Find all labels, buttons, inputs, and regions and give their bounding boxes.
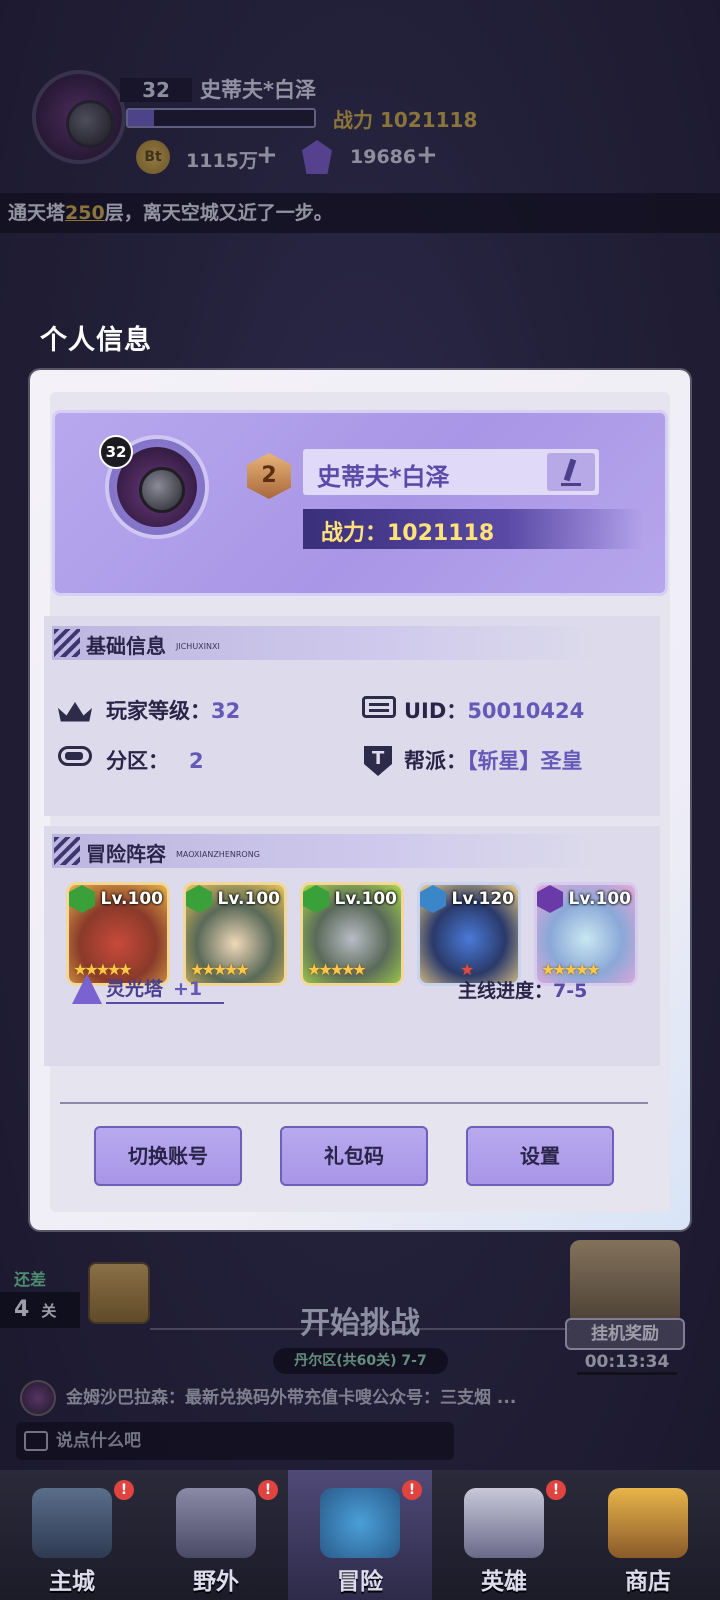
section-header: 冒险阵容 MAOXIANZHENRONG bbox=[52, 834, 612, 868]
profile-card: 32 2 史蒂夫*白泽 战力：1021118 bbox=[52, 410, 668, 596]
nav-adventure[interactable]: ! 冒险 bbox=[288, 1470, 432, 1600]
nav-shop[interactable]: 商店 bbox=[576, 1470, 720, 1600]
nav-wild[interactable]: ! 野外 bbox=[144, 1470, 288, 1600]
power-bar: 战力：1021118 bbox=[303, 509, 643, 549]
hero-stars: ★★★★★ bbox=[307, 960, 367, 979]
hero-card[interactable]: Lv.120 ★ bbox=[417, 882, 521, 986]
guild-value: 【斩星】圣皇 bbox=[467, 749, 583, 773]
nav-heroes[interactable]: ! 英雄 bbox=[432, 1470, 576, 1600]
spirit-tower-link[interactable]: 灵光塔 +1 bbox=[106, 974, 224, 1004]
nav-badge: ! bbox=[258, 1480, 278, 1500]
server-row: 分区： 2 bbox=[106, 746, 204, 776]
shop-icon bbox=[608, 1488, 688, 1558]
player-level-row: 玩家等级：32 bbox=[106, 696, 240, 726]
hero-card[interactable]: Lv.100 ★★★★★ bbox=[183, 882, 287, 986]
nav-label: 商店 bbox=[625, 1569, 671, 1595]
hero-level: Lv.100 bbox=[100, 889, 163, 909]
settings-button[interactable]: 设置 bbox=[466, 1126, 614, 1186]
nav-label: 主城 bbox=[49, 1569, 95, 1595]
edit-name-button[interactable] bbox=[547, 453, 595, 491]
section-title: 基础信息 bbox=[86, 634, 166, 658]
panel-title: 个人信息 bbox=[40, 325, 152, 356]
guild-icon bbox=[364, 746, 392, 776]
uid-row: UID：50010424 bbox=[404, 696, 584, 726]
hero-level: Lv.120 bbox=[451, 889, 514, 909]
server-icon bbox=[58, 746, 92, 766]
guild-label: 帮派： bbox=[404, 749, 467, 773]
profile-power: 战力：1021118 bbox=[321, 521, 495, 546]
hero-level: Lv.100 bbox=[217, 889, 280, 909]
avatar-level-badge: 32 bbox=[99, 435, 133, 469]
nav-badge: ! bbox=[114, 1480, 134, 1500]
tower-label: 灵光塔 bbox=[106, 978, 164, 1000]
crown-icon bbox=[58, 702, 92, 722]
nav-badge: ! bbox=[402, 1480, 422, 1500]
name-box: 史蒂夫*白泽 bbox=[303, 449, 599, 495]
profile-dialog: 32 2 史蒂夫*白泽 战力：1021118 基础信息 JICHUXINXI 玩… bbox=[30, 370, 690, 1230]
mainline-progress: 主线进度：7-5 bbox=[458, 976, 587, 1003]
id-card-icon bbox=[362, 696, 396, 718]
section-subtitle: MAOXIANZHENRONG bbox=[176, 850, 260, 859]
gift-code-button[interactable]: 礼包码 bbox=[280, 1126, 428, 1186]
switch-account-button[interactable]: 切换账号 bbox=[94, 1126, 242, 1186]
uid-label: UID： bbox=[404, 699, 468, 723]
server-value: 2 bbox=[189, 749, 204, 773]
hero-card[interactable]: Lv.100 ★★★★★ bbox=[534, 882, 638, 986]
city-icon bbox=[32, 1488, 112, 1558]
nav-label: 野外 bbox=[193, 1569, 239, 1595]
hero-helmet-icon bbox=[464, 1488, 544, 1558]
server-label: 分区： bbox=[106, 749, 169, 773]
castle-icon bbox=[176, 1488, 256, 1558]
rank-badge: 2 bbox=[247, 453, 291, 499]
section-subtitle: JICHUXINXI bbox=[176, 642, 220, 651]
uid-value: 50010424 bbox=[467, 699, 585, 723]
nav-label: 英雄 bbox=[481, 1569, 527, 1595]
player-level-label: 玩家等级： bbox=[106, 699, 211, 723]
nav-label: 冒险 bbox=[337, 1569, 383, 1595]
mainline-value: 7-5 bbox=[553, 980, 588, 1002]
nav-badge: ! bbox=[546, 1480, 566, 1500]
hero-card[interactable]: Lv.100 ★★★★★ bbox=[300, 882, 404, 986]
guild-row: 帮派：【斩星】圣皇 bbox=[404, 746, 583, 776]
section-header: 基础信息 JICHUXINXI bbox=[52, 626, 612, 660]
basic-info-section: 基础信息 JICHUXINXI 玩家等级：32 UID：50010424 分区：… bbox=[44, 616, 660, 816]
tower-bonus: +1 bbox=[173, 978, 203, 1000]
hero-card[interactable]: Lv.100 ★★★★★ bbox=[66, 882, 170, 986]
mainline-label: 主线进度： bbox=[458, 980, 554, 1002]
bottom-nav: ! 主城 ! 野外 ! 冒险 ! 英雄 商店 bbox=[0, 1470, 720, 1600]
stripe-icon bbox=[54, 837, 80, 865]
fish-monster-icon bbox=[320, 1488, 400, 1558]
nav-main-city[interactable]: ! 主城 bbox=[0, 1470, 144, 1600]
divider bbox=[60, 1102, 648, 1104]
section-title: 冒险阵容 bbox=[86, 842, 166, 866]
hero-level: Lv.100 bbox=[568, 889, 631, 909]
hero-level: Lv.100 bbox=[334, 889, 397, 909]
profile-name: 史蒂夫*白泽 bbox=[317, 463, 450, 491]
lineup-section: 冒险阵容 MAOXIANZHENRONG Lv.100 ★★★★★ Lv.100… bbox=[44, 826, 660, 1066]
player-level-value: 32 bbox=[211, 699, 241, 723]
stripe-icon bbox=[54, 629, 80, 657]
